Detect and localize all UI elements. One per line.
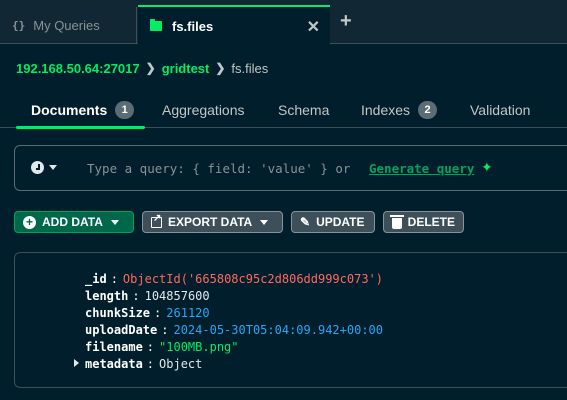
add-data-button[interactable]: + ADD DATA bbox=[14, 211, 134, 233]
tab-documents[interactable]: Documents 1 bbox=[31, 92, 135, 128]
field-value: 261120 bbox=[166, 305, 210, 320]
field-value: "100MB.png" bbox=[159, 339, 239, 354]
query-input[interactable]: Type a query: { field: 'value' } or bbox=[87, 161, 350, 176]
delete-button[interactable]: DELETE bbox=[383, 211, 464, 233]
breadcrumb: 192.168.50.64:27017 ❯ gridtest ❯ fs.file… bbox=[16, 60, 268, 76]
document-card[interactable]: _id: ObjectId('665808c95c2d806dd999c073'… bbox=[14, 252, 567, 388]
tab-label: Aggregations bbox=[162, 102, 245, 118]
chevron-down-icon bbox=[49, 165, 57, 170]
field-key: _id bbox=[85, 271, 107, 286]
collection-tabs: Documents 1 Aggregations Schema Indexes … bbox=[0, 92, 567, 128]
plus-circle-icon: + bbox=[23, 215, 36, 229]
tab-bar: {} My Queries fs.files ✕ + bbox=[0, 0, 567, 45]
tab-label: fs.files bbox=[172, 18, 214, 34]
query-bar[interactable]: Type a query: { field: 'value' } or Gene… bbox=[14, 145, 567, 191]
tab-label: Validation bbox=[470, 102, 531, 118]
chevron-right-icon: ❯ bbox=[215, 61, 226, 75]
chevron-down-icon bbox=[260, 219, 269, 225]
tab-label: Indexes bbox=[361, 102, 411, 118]
button-label: DELETE bbox=[407, 215, 455, 229]
tab-schema[interactable]: Schema bbox=[278, 92, 329, 128]
button-label: EXPORT DATA bbox=[168, 215, 253, 229]
button-label: UPDATE bbox=[316, 215, 365, 229]
document-field-uploaddate: uploadDate: 2024-05-30T05:04:09.942+00:0… bbox=[85, 322, 383, 337]
tab-label: Documents bbox=[31, 102, 108, 118]
field-key: uploadDate bbox=[85, 322, 158, 337]
field-key: metadata bbox=[85, 356, 143, 371]
document-field-length: length: 104857600 bbox=[85, 288, 210, 303]
breadcrumb-host[interactable]: 192.168.50.64:27017 bbox=[16, 61, 140, 76]
braces-icon: {} bbox=[12, 19, 26, 32]
close-icon[interactable]: ✕ bbox=[307, 17, 320, 37]
breadcrumb-database[interactable]: gridtest bbox=[162, 61, 210, 76]
tab-validation[interactable]: Validation bbox=[470, 92, 530, 128]
tab-label: Schema bbox=[278, 102, 330, 118]
field-value: 104857600 bbox=[144, 288, 210, 303]
tab-my-queries[interactable]: {} My Queries bbox=[0, 7, 137, 44]
expand-caret-icon[interactable] bbox=[74, 359, 79, 367]
tab-indexes[interactable]: Indexes 2 bbox=[361, 92, 438, 128]
folder-icon bbox=[150, 19, 162, 31]
query-history-button[interactable] bbox=[31, 161, 57, 174]
chevron-right-icon: ❯ bbox=[145, 61, 156, 75]
chevron-down-icon bbox=[110, 219, 119, 225]
export-icon bbox=[151, 213, 162, 228]
document-field-metadata[interactable]: metadata: Object bbox=[74, 355, 203, 372]
document-field-filename: filename: "100MB.png" bbox=[85, 339, 239, 354]
breadcrumb-collection: fs.files bbox=[231, 60, 269, 76]
add-tab-icon[interactable]: + bbox=[340, 11, 352, 31]
tab-aggregations[interactable]: Aggregations bbox=[162, 92, 245, 128]
document-field-id: _id: ObjectId('665808c95c2d806dd999c073'… bbox=[85, 271, 384, 286]
pencil-icon: ✎ bbox=[300, 215, 311, 229]
field-value: ObjectId('665808c95c2d806dd999c073') bbox=[122, 271, 384, 286]
sparkle-icon: ✦ bbox=[481, 159, 493, 175]
field-value: 2024-05-30T05:04:09.942+00:00 bbox=[173, 322, 383, 337]
field-key: filename bbox=[85, 339, 143, 354]
field-key: chunkSize bbox=[85, 305, 151, 320]
clock-icon bbox=[31, 161, 44, 174]
generate-query-link[interactable]: Generate query bbox=[369, 161, 474, 176]
field-key: length bbox=[85, 288, 129, 303]
count-badge: 2 bbox=[418, 101, 438, 119]
trash-icon bbox=[390, 214, 404, 229]
tab-fs-files[interactable]: fs.files ✕ bbox=[138, 5, 330, 45]
export-data-button[interactable]: EXPORT DATA bbox=[142, 211, 283, 233]
active-tab-indicator bbox=[16, 126, 145, 129]
count-badge: 1 bbox=[115, 101, 135, 119]
document-field-chunksize: chunkSize: 261120 bbox=[85, 305, 210, 320]
update-button[interactable]: ✎ UPDATE bbox=[291, 211, 375, 233]
field-value: Object bbox=[159, 356, 203, 371]
tab-label: My Queries bbox=[33, 18, 100, 33]
button-label: ADD DATA bbox=[42, 215, 103, 229]
